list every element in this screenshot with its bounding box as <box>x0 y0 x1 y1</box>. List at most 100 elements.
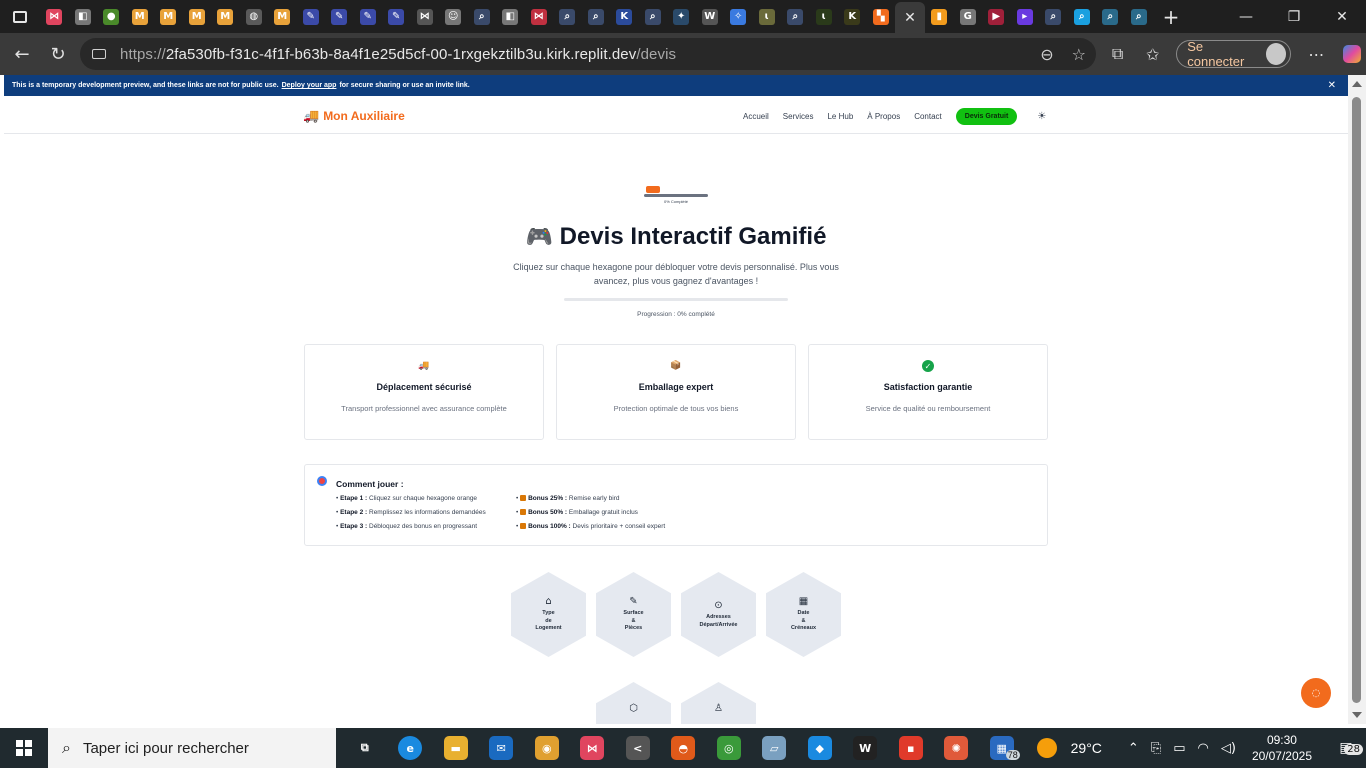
tab-active[interactable]: ✕ <box>895 2 925 33</box>
nav-services[interactable]: Services <box>783 112 814 121</box>
browser-tab[interactable]: M <box>183 0 212 33</box>
taskbar-app-notepad[interactable]: ▱ <box>752 728 798 768</box>
start-button[interactable] <box>0 728 48 768</box>
taskbar-app-calculator[interactable]: ▦ 78 <box>979 728 1025 768</box>
browser-tab[interactable]: K <box>610 0 639 33</box>
taskbar-app-task-view[interactable]: ⧉ <box>342 728 388 768</box>
deploy-link[interactable]: Deploy your app <box>282 82 337 89</box>
browser-tab[interactable]: ɩ <box>753 0 782 33</box>
sign-in-button[interactable]: Se connecter <box>1176 39 1291 69</box>
usb-icon[interactable]: ⎘ <box>1151 741 1161 756</box>
temperature[interactable]: 29°C <box>1071 740 1102 756</box>
taskbar-app-vpn[interactable]: ◉ <box>524 728 570 768</box>
nav-a-propos[interactable]: À Propos <box>867 112 900 121</box>
browser-tab[interactable]: ✧ <box>724 0 753 33</box>
chat-button[interactable]: ◌ <box>1301 678 1331 708</box>
taskbar-app-chrome[interactable]: ◎ <box>706 728 752 768</box>
browser-tab[interactable]: ⌕ <box>1068 0 1097 33</box>
browser-tab[interactable]: ⌕ <box>553 0 582 33</box>
taskbar-app-share-box[interactable]: < <box>615 728 661 768</box>
browser-tab[interactable]: G <box>954 0 983 33</box>
copilot-icon[interactable] <box>1334 45 1366 63</box>
close-icon[interactable]: ✕ <box>902 10 918 26</box>
taskbar-app-docker[interactable]: ◆ <box>797 728 843 768</box>
browser-tab[interactable]: ⌕ <box>1125 0 1154 33</box>
more-menu-icon[interactable]: ⋯ <box>1299 45 1334 64</box>
site-logo[interactable]: 🚚 Mon Auxiliaire <box>303 108 405 124</box>
wifi-icon[interactable]: ◠ <box>1198 741 1209 756</box>
extensions-icon[interactable]: ⧉ <box>1100 44 1135 64</box>
new-tab-button[interactable]: + <box>1153 5 1189 29</box>
browser-tab[interactable]: ☺ <box>439 0 468 33</box>
browser-tab[interactable]: ◧ <box>496 0 525 33</box>
browser-tab[interactable]: ✎ <box>297 0 326 33</box>
window-close-button[interactable]: ✕ <box>1318 0 1366 33</box>
browser-tab[interactable]: ⌕ <box>1039 0 1068 33</box>
zoom-icon[interactable]: ⊖ <box>1040 45 1053 64</box>
volume-icon[interactable]: ◁) <box>1221 741 1236 756</box>
taskbar-search[interactable]: ⌕ Taper ici pour rechercher <box>48 728 336 768</box>
chevron-up-icon[interactable]: ⌃ <box>1128 741 1139 756</box>
browser-tab[interactable]: ⋈ <box>411 0 440 33</box>
taskbar-app-mail[interactable]: ✉ <box>479 728 525 768</box>
address-bar[interactable]: https://2fa530fb-f31c-4f1f-b63b-8a4f1e25… <box>80 38 1096 70</box>
browser-tab[interactable]: ✎ <box>325 0 354 33</box>
browser-tab[interactable]: ✦ <box>667 0 696 33</box>
favorite-star-icon[interactable]: ☆ <box>1072 45 1086 64</box>
browser-tab[interactable]: ▚ <box>867 0 896 33</box>
browser-tab[interactable]: ✎ <box>354 0 383 33</box>
page-scrollbar[interactable] <box>1348 75 1366 724</box>
taskbar-app-sparkle[interactable]: ✺ <box>934 728 980 768</box>
tab-actions-button[interactable] <box>0 10 40 23</box>
nav-le-hub[interactable]: Le Hub <box>827 112 853 121</box>
hex-type-logement[interactable]: ⌂ Type de Logement <box>511 572 586 657</box>
browser-tab[interactable]: W <box>696 0 725 33</box>
system-clock[interactable]: 09:30 20/07/2025 <box>1252 732 1312 764</box>
browser-tab[interactable]: ◧ <box>69 0 98 33</box>
devis-gratuit-button[interactable]: Devis Gratuit <box>955 108 1018 125</box>
banner-close-icon[interactable]: ✕ <box>1328 80 1336 91</box>
theme-toggle-icon[interactable]: ☀ <box>1037 111 1046 122</box>
weather-icon[interactable] <box>1036 738 1057 758</box>
browser-tab[interactable]: M <box>126 0 155 33</box>
browser-tab[interactable]: ⌕ <box>639 0 668 33</box>
hex-contact[interactable]: ♙ <box>681 682 756 724</box>
nav-accueil[interactable]: Accueil <box>743 112 769 121</box>
browser-tab[interactable]: ⋈ <box>525 0 554 33</box>
back-button[interactable]: ← <box>4 38 40 70</box>
browser-tab[interactable]: ⌕ <box>468 0 497 33</box>
scroll-up-icon[interactable] <box>1352 81 1362 87</box>
browser-tab[interactable]: ● <box>97 0 126 33</box>
browser-tab[interactable]: ◍ <box>240 0 269 33</box>
browser-tab[interactable]: M <box>268 0 297 33</box>
favorites-icon[interactable]: ✩ <box>1135 45 1170 64</box>
browser-tab[interactable]: M <box>211 0 240 33</box>
browser-tab[interactable]: ɩ <box>810 0 839 33</box>
minimize-button[interactable]: — <box>1222 0 1270 33</box>
taskbar-app-app-red[interactable]: ▪ <box>888 728 934 768</box>
hex-adresses[interactable]: ⊙ Adresses Départ/Arrivée <box>681 572 756 657</box>
hex-date-creneaux[interactable]: ▦ Date & Créneaux <box>766 572 841 657</box>
taskbar-app-w[interactable]: W <box>843 728 889 768</box>
hex-volume[interactable]: ⬡ <box>596 682 671 724</box>
browser-tab[interactable]: K <box>838 0 867 33</box>
browser-tab[interactable]: ✎ <box>382 0 411 33</box>
taskbar-app-file-explorer[interactable]: ▬ <box>433 728 479 768</box>
scrollbar-thumb[interactable] <box>1352 97 1361 703</box>
nav-contact[interactable]: Contact <box>914 112 942 121</box>
battery-icon[interactable]: ▭ <box>1173 741 1185 756</box>
site-info-icon[interactable] <box>92 49 106 59</box>
taskbar-app-firefox[interactable]: ◓ <box>661 728 707 768</box>
notification-center-icon[interactable]: ▤28 <box>1326 740 1366 756</box>
browser-tab[interactable]: ▶ <box>982 0 1011 33</box>
reload-button[interactable]: ↻ <box>40 38 76 70</box>
hex-surface-pieces[interactable]: ✎ Surface & Pièces <box>596 572 671 657</box>
browser-tab[interactable]: ⌕ <box>1096 0 1125 33</box>
maximize-button[interactable]: ❐ <box>1270 0 1318 33</box>
browser-tab[interactable]: ⌕ <box>781 0 810 33</box>
taskbar-app-share[interactable]: ⋈ <box>570 728 616 768</box>
browser-tab[interactable]: M <box>154 0 183 33</box>
browser-tab[interactable]: ▸ <box>1011 0 1040 33</box>
browser-tab[interactable]: ▮ <box>925 0 954 33</box>
browser-tab[interactable]: ⌕ <box>582 0 611 33</box>
